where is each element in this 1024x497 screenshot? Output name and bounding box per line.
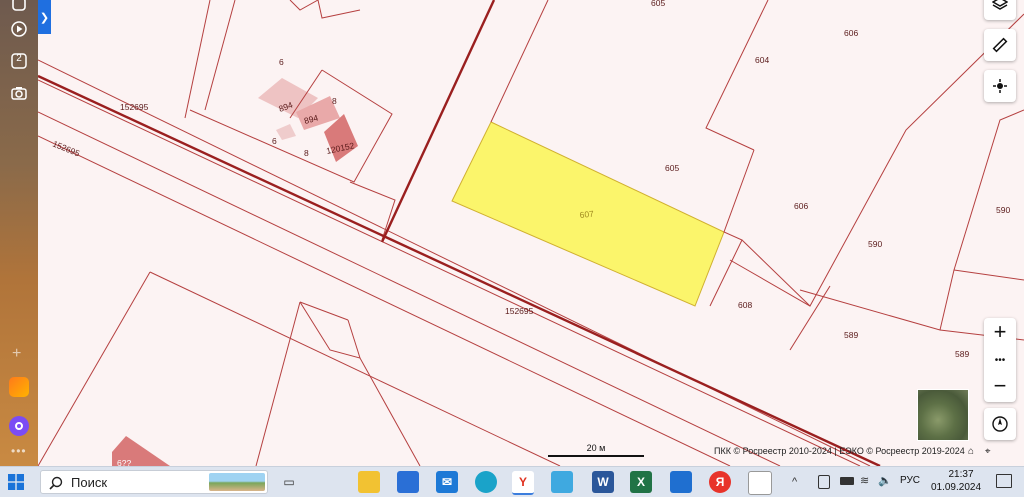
locate-small-icon[interactable]: ⌖ [985,446,991,457]
word-icon[interactable]: W [592,471,614,493]
alice-assistant-icon[interactable] [9,416,29,436]
parcel-label: 605 [651,0,665,8]
parcel-label: 6 [279,57,284,67]
parcel-label: 6 [272,136,277,146]
search-placeholder: Поиск [71,475,108,490]
ruler-button[interactable] [984,29,1016,61]
play-icon[interactable] [9,19,29,39]
taskbar-search-box[interactable]: Поиск [40,470,268,494]
search-highlight-image [209,473,265,491]
parcel-label: 590 [996,205,1010,215]
parcel-label: 6?? [117,458,131,466]
parcel-label: 8 [332,96,337,106]
layers-icon [992,0,1008,10]
zoom-controls: + ••• − [984,318,1016,402]
yandex-icon[interactable]: Я [709,471,731,493]
tabs-count-button[interactable]: 2 [9,51,29,71]
store-icon[interactable] [397,471,419,493]
tabs-count-badge: 2 [16,53,22,64]
copyright-text: ПКК © Росреестр 2010-2024 | ЕЭКО © Росре… [714,446,965,456]
home-icon[interactable]: ⌂ [968,446,974,457]
clock-date[interactable]: 01.09.2024 [926,482,986,493]
input-language[interactable]: РУС [900,475,920,486]
parcel-label: 607 [579,209,594,220]
footer-icons: ⌂ ⌖ [968,446,990,457]
parcel-label: 590 [868,239,882,249]
yandex-app-icon[interactable] [9,377,29,397]
parcel-label: 589 [955,349,969,359]
parcel-label: 608 [738,300,752,310]
ruler-icon [992,37,1008,53]
parcel-label: 606 [844,28,858,38]
zoom-more-button[interactable]: ••• [984,346,1016,374]
parcel-label: 8 [304,148,309,158]
scale-label: 20 м [586,443,606,453]
notepad-icon[interactable] [748,471,772,495]
map-canvas[interactable]: 605 606 604 6 8 894 894 6 8 120152 15269… [38,0,1024,466]
mail-icon[interactable]: ✉ [436,471,458,493]
parcel-label: 152695 [505,306,534,316]
layers-button[interactable] [984,0,1016,20]
satellite-minimap-button[interactable] [917,389,969,441]
parcel-label: 604 [755,55,769,65]
crosshair-icon [993,79,1007,93]
parcel-label: 606 [794,201,808,211]
zoom-out-button[interactable]: − [984,372,1016,400]
cadastral-map[interactable]: 605 606 604 6 8 894 894 6 8 120152 15269… [38,0,1024,466]
compass-button[interactable] [984,408,1016,440]
windows-taskbar: Поиск ▭ ✉ Y W X Я ^ ≋ 🔈 РУС 21:37 01.09.… [0,466,1024,497]
parcel-label: 152695 [120,102,149,112]
edge-icon[interactable] [475,471,497,493]
browser-sidebar: 2 + ••• [0,0,38,466]
scale-line [548,455,644,457]
yandex-browser-icon[interactable]: Y [512,471,534,495]
task-view-icon[interactable]: ▭ [278,471,300,493]
zoom-in-button[interactable]: + [984,318,1016,346]
battery-icon[interactable] [840,477,854,485]
scale-bar: 20 м [548,443,644,457]
locate-button[interactable] [984,70,1016,102]
add-panel-icon[interactable]: + [12,346,21,362]
camera-icon[interactable] [9,83,29,103]
cloud-app-icon[interactable] [551,471,573,493]
sidebar-more-icon[interactable]: ••• [11,444,27,458]
parcel-label: 605 [665,163,679,173]
parcel-label: 589 [844,330,858,340]
notifications-icon[interactable] [996,474,1012,488]
tray-overflow-icon[interactable]: ^ [792,476,797,488]
sidebar-top-icon[interactable] [9,0,29,14]
search-icon [49,476,63,490]
clock-time[interactable]: 21:37 [938,469,984,480]
compass-icon [992,416,1008,432]
excel-icon[interactable]: X [630,471,652,493]
volume-icon[interactable]: 🔈 [878,474,892,487]
sidebar-expand-button[interactable]: ❯ [38,0,51,34]
windows-start-icon[interactable] [8,474,24,490]
photos-icon[interactable] [670,471,692,493]
tray-app-icon[interactable] [818,475,830,489]
wifi-icon[interactable]: ≋ [860,474,869,487]
file-explorer-icon[interactable] [358,471,380,493]
